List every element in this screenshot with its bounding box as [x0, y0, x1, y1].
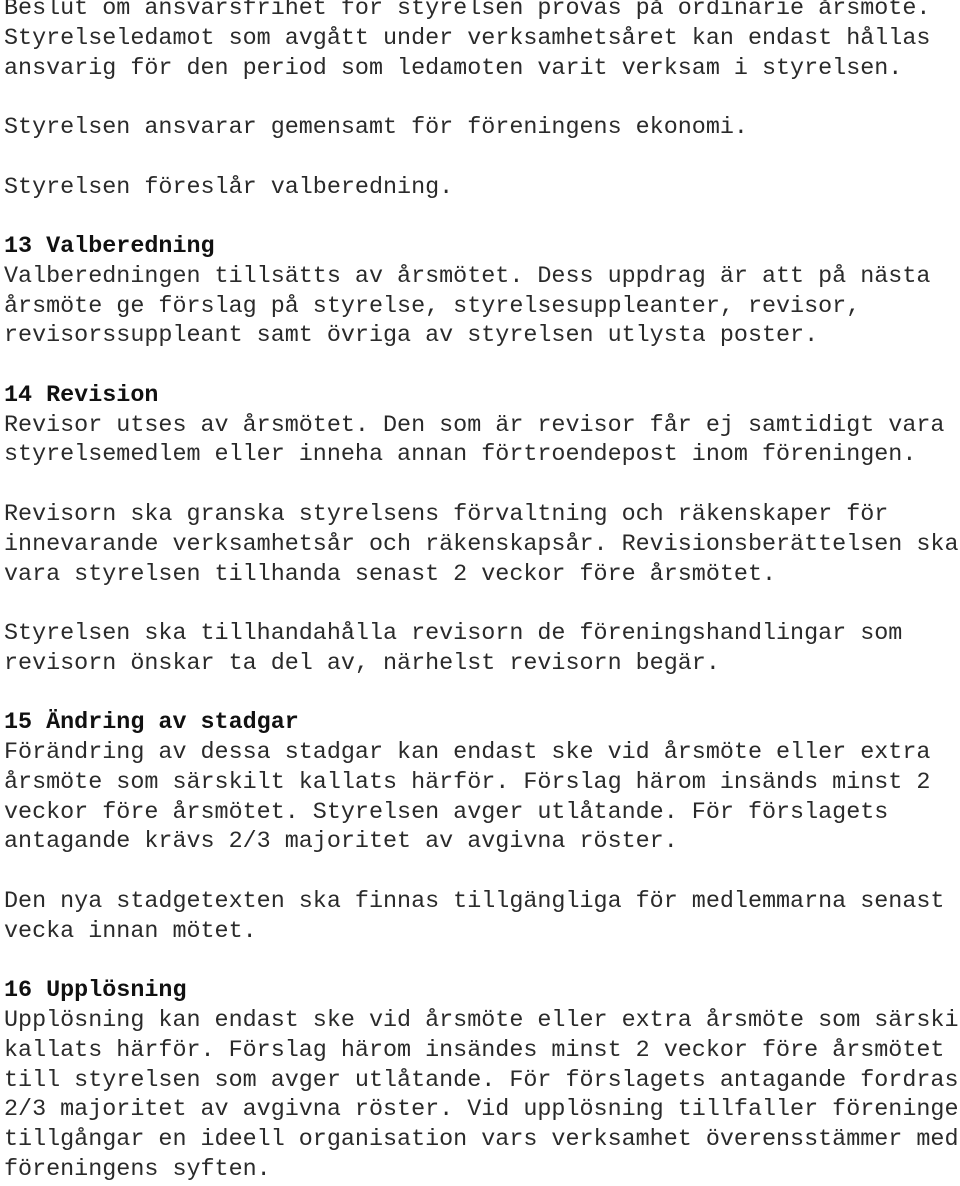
document-body: Beslut om ansvarsfrihet för styrelsen pr… — [4, 0, 960, 1186]
paragraph-line: Styrelsen ska tillhandahålla revisorn de… — [4, 621, 903, 648]
paragraph-line: innevarande verksamhetsår och räkenskaps… — [4, 531, 959, 558]
paragraph-line: kallats härför. Förslag härom insändes m… — [4, 1037, 945, 1064]
paragraph-line: till styrelsen som avger utlåtande. För … — [4, 1067, 959, 1094]
paragraph-line: ansvarig för den period som ledamoten va… — [4, 55, 903, 82]
paragraph-line: Revisor utses av årsmötet. Den som är re… — [4, 412, 945, 439]
section-heading: 15 Ändring av stadgar — [4, 710, 299, 737]
paragraph-line: Styrelseledamot som avgått under verksam… — [4, 25, 931, 52]
paragraph-line: 2/3 majoritet av avgivna röster. Vid upp… — [4, 1097, 960, 1124]
paragraph-line: föreningens syften. — [4, 1156, 271, 1183]
paragraph-line: Förändring av dessa stadgar kan endast s… — [4, 740, 931, 767]
paragraph-line: Upplösning kan endast ske vid årsmöte el… — [4, 1008, 960, 1035]
paragraph-line: styrelsemedlem eller inneha annan förtro… — [4, 442, 917, 469]
paragraph-line: årsmöte ge förslag på styrelse, styrelse… — [4, 293, 861, 320]
paragraph-line: tillgångar en ideell organisation vars v… — [4, 1127, 959, 1154]
paragraph-line: vara styrelsen tillhanda senast 2 veckor… — [4, 561, 777, 588]
paragraph-line: Beslut om ansvarsfrihet för styrelsen pr… — [4, 0, 931, 22]
section-heading: 14 Revision — [4, 382, 159, 409]
paragraph-line: Valberedningen tillsätts av årsmötet. De… — [4, 263, 931, 290]
paragraph-line: Styrelsen föreslår valberedning. — [4, 174, 454, 201]
paragraph-line: vecka innan mötet. — [4, 918, 257, 945]
paragraph-line: Styrelsen ansvarar gemensamt för förenin… — [4, 115, 748, 142]
paragraph-line: revisorssuppleant samt övriga av styrels… — [4, 323, 819, 350]
paragraph-line: Revisorn ska granska styrelsens förvaltn… — [4, 502, 889, 529]
section-heading: 16 Upplösning — [4, 978, 187, 1005]
paragraph-line: veckor före årsmötet. Styrelsen avger ut… — [4, 799, 889, 826]
paragraph-line: årsmöte som särskilt kallats härför. För… — [4, 769, 931, 796]
section-heading: 13 Valberedning — [4, 234, 215, 261]
paragraph-line: antagande krävs 2/3 majoritet av avgivna… — [4, 829, 678, 856]
paragraph-line: Den nya stadgetexten ska finnas tillgäng… — [4, 888, 960, 915]
paragraph-line: revisorn önskar ta del av, närhelst revi… — [4, 650, 720, 677]
